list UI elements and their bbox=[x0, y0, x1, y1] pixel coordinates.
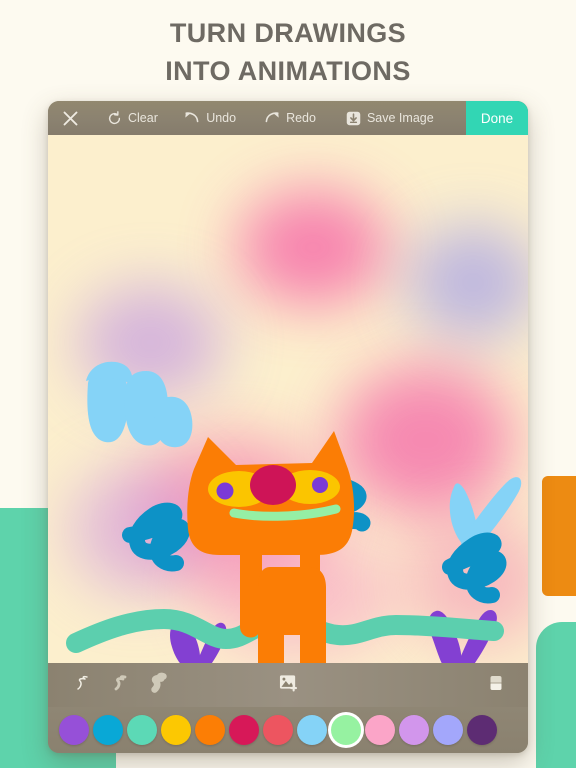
close-x-icon bbox=[62, 110, 79, 127]
brush-thin-button[interactable] bbox=[66, 663, 100, 707]
color-swatch-pink[interactable] bbox=[365, 715, 395, 745]
color-swatch-mint-teal[interactable] bbox=[127, 715, 157, 745]
redo-arrow-icon bbox=[264, 111, 280, 125]
eraser-icon bbox=[488, 674, 504, 697]
brush-medium-button[interactable] bbox=[104, 663, 138, 707]
stroke-blue-zigzag-right bbox=[442, 532, 507, 604]
stroke-blue-zigzag-left bbox=[122, 502, 190, 572]
color-swatch-purple[interactable] bbox=[59, 715, 89, 745]
brush-thick-icon bbox=[148, 672, 170, 699]
save-image-button[interactable]: Save Image bbox=[342, 101, 438, 135]
color-swatch-periwinkle[interactable] bbox=[433, 715, 463, 745]
circular-arrow-icon bbox=[107, 110, 122, 126]
stroke-light-blue-blob bbox=[86, 361, 193, 448]
color-swatch-orange[interactable] bbox=[195, 715, 225, 745]
app-window: Clear Undo Redo Save Image Done bbox=[48, 101, 528, 753]
color-swatch-gold-yellow[interactable] bbox=[161, 715, 191, 745]
color-swatch-orchid[interactable] bbox=[399, 715, 429, 745]
done-label: Done bbox=[480, 110, 514, 126]
color-swatch-light-blue[interactable] bbox=[297, 715, 327, 745]
undo-arrow-icon bbox=[184, 111, 200, 125]
redo-label: Redo bbox=[286, 111, 316, 125]
eraser-button[interactable] bbox=[482, 663, 510, 707]
undo-label: Undo bbox=[206, 111, 237, 125]
redo-button[interactable]: Redo bbox=[260, 101, 320, 135]
add-photo-icon bbox=[279, 673, 298, 697]
drawing-strokes bbox=[66, 361, 522, 663]
drawing-canvas[interactable] bbox=[48, 135, 528, 663]
done-button[interactable]: Done bbox=[466, 101, 528, 135]
brush-thick-button[interactable] bbox=[142, 663, 176, 707]
decorative-panel-right-teal bbox=[536, 622, 576, 768]
headline-line-2: INTO ANIMATIONS bbox=[165, 56, 411, 86]
decorative-panel-right-orange bbox=[542, 476, 576, 596]
tool-strip bbox=[48, 663, 528, 707]
close-button[interactable] bbox=[58, 101, 83, 135]
add-image-button[interactable] bbox=[273, 663, 303, 707]
brush-thin-icon bbox=[73, 673, 93, 698]
clear-button[interactable]: Clear bbox=[103, 101, 162, 135]
color-swatch-crimson-pink[interactable] bbox=[229, 715, 259, 745]
screenshot-root: TURN DRAWINGS INTO ANIMATIONS Clear Undo… bbox=[0, 0, 576, 768]
headline-line-1: TURN DRAWINGS bbox=[169, 18, 407, 48]
download-box-icon bbox=[346, 111, 361, 126]
color-swatch-dark-purple[interactable] bbox=[467, 715, 497, 745]
undo-button[interactable]: Undo bbox=[180, 101, 240, 135]
color-swatch-light-green[interactable] bbox=[331, 715, 361, 745]
top-toolbar: Clear Undo Redo Save Image Done bbox=[48, 101, 528, 135]
page-title: TURN DRAWINGS INTO ANIMATIONS bbox=[0, 14, 576, 90]
color-swatch-salmon-red[interactable] bbox=[263, 715, 293, 745]
color-palette bbox=[48, 707, 528, 753]
brush-medium-icon bbox=[111, 673, 131, 698]
save-image-label: Save Image bbox=[366, 111, 434, 125]
color-swatch-cyan-blue[interactable] bbox=[93, 715, 123, 745]
clear-label: Clear bbox=[128, 111, 158, 125]
